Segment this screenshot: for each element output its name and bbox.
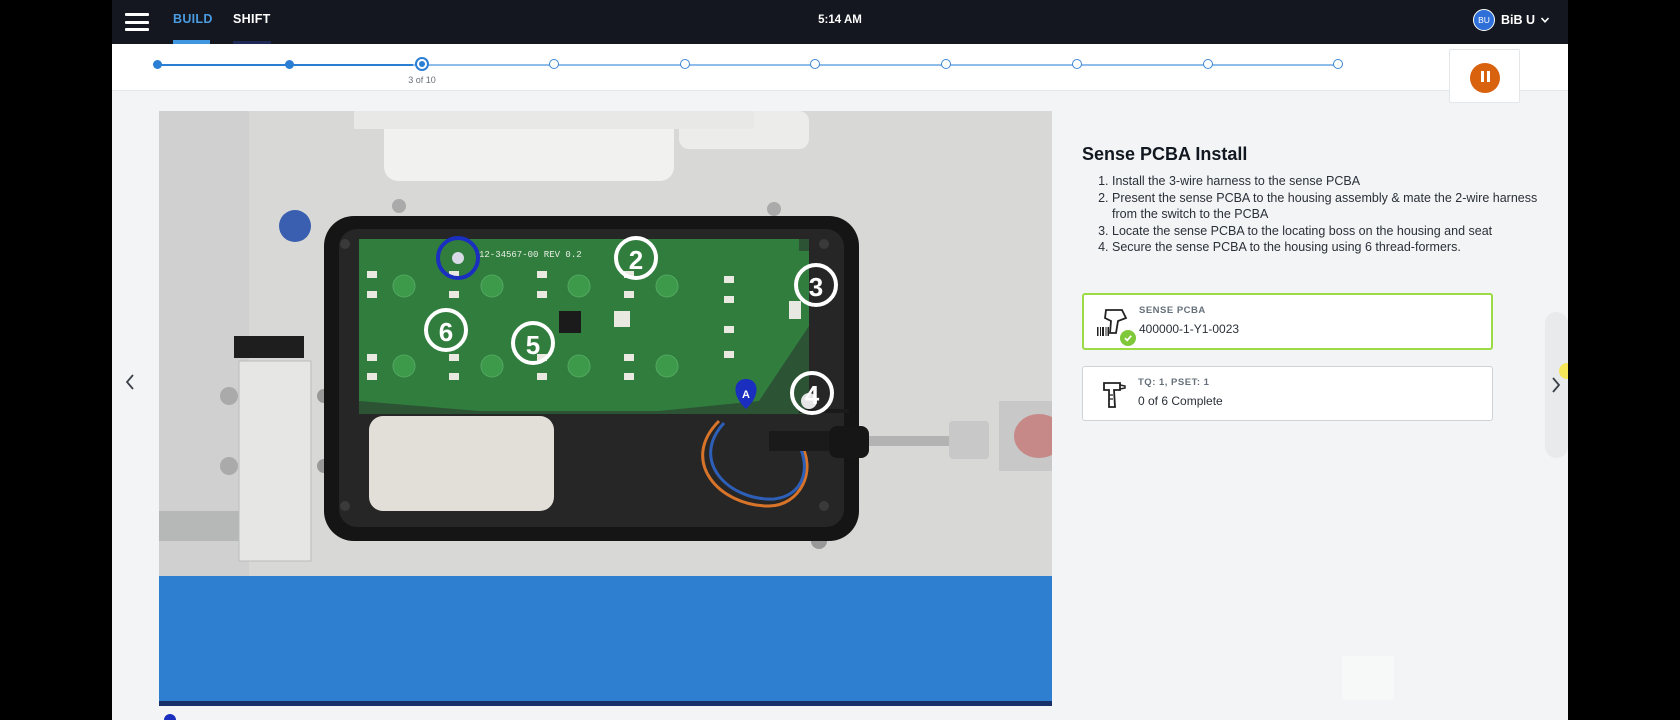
step-4[interactable] xyxy=(549,59,559,69)
step-8[interactable] xyxy=(1072,59,1082,69)
marker-4: 4 xyxy=(805,380,820,410)
step-title: Sense PCBA Install xyxy=(1082,144,1248,164)
overlay-widget xyxy=(1342,656,1394,700)
instruction-steps: Install the 3-wire harness to the sense … xyxy=(1082,173,1542,256)
step-count: 3 of 10 xyxy=(408,75,436,85)
step-9[interactable] xyxy=(1203,59,1213,69)
instruction-step: Install the 3-wire harness to the sense … xyxy=(1112,173,1542,190)
marker-5: 5 xyxy=(526,330,540,360)
scan-value: 400000-1-Y1-0023 xyxy=(1139,322,1240,336)
scan-card[interactable]: SENSE PCBA 400000-1-Y1-0023 xyxy=(1082,293,1493,350)
torque-card[interactable]: TQ: 1, PSET: 1 0 of 6 Complete xyxy=(1082,366,1493,421)
next-step-button[interactable] xyxy=(1537,312,1568,458)
board-label: 12-34567-00 REV 0.2 xyxy=(479,250,582,260)
chevron-down-icon xyxy=(1540,17,1550,23)
pause-panel xyxy=(1449,49,1520,103)
work-instruction-app: BUILD SHIFT 5:14 AM BU BiB U 3 of 10 12-… xyxy=(112,0,1568,720)
pause-button[interactable] xyxy=(1470,63,1500,93)
instruction-step: Locate the sense PCBA to the locating bo… xyxy=(1112,223,1542,240)
avatar: BU xyxy=(1472,9,1495,31)
anchor-label: A xyxy=(742,389,750,401)
pointer-highlight xyxy=(1559,363,1568,379)
marker-6: 6 xyxy=(439,317,453,347)
user-menu[interactable]: BU BiB U xyxy=(1472,9,1550,31)
assembly-photo: 12-34567-00 REV 0.2 2 3 4 5 6 A xyxy=(159,111,1052,706)
scan-label: SENSE PCBA xyxy=(1139,305,1206,316)
instruction-photo: 12-34567-00 REV 0.2 2 3 4 5 6 A xyxy=(159,111,1052,706)
check-icon xyxy=(1120,330,1136,346)
instruction-step: Present the sense PCBA to the housing as… xyxy=(1112,190,1542,223)
top-bar: BUILD SHIFT 5:14 AM BU BiB U xyxy=(112,0,1568,44)
instructions-panel: Sense PCBA Install Install the 3-wire ha… xyxy=(1082,144,1542,256)
marker-3: 3 xyxy=(809,272,823,302)
clock: 5:14 AM xyxy=(818,14,862,26)
instruction-step: Secure the sense PCBA to the housing usi… xyxy=(1112,239,1542,256)
step-7[interactable] xyxy=(941,59,951,69)
step-5[interactable] xyxy=(680,59,690,69)
previous-step-arrow-icon[interactable] xyxy=(122,370,140,394)
step-10[interactable] xyxy=(1333,59,1343,69)
chevron-right-icon xyxy=(1552,377,1561,393)
step-2[interactable] xyxy=(285,60,294,69)
torque-progress: 0 of 6 Complete xyxy=(1138,394,1223,408)
marker-2: 2 xyxy=(629,245,643,275)
user-name: BiB U xyxy=(1500,13,1535,27)
step-progress: 3 of 10 xyxy=(112,44,1568,103)
torque-driver-icon xyxy=(1103,382,1126,408)
step-1[interactable] xyxy=(153,60,162,69)
torque-label: TQ: 1, PSET: 1 xyxy=(1138,377,1210,388)
pause-icon xyxy=(1479,69,1491,87)
legend-marker xyxy=(164,714,176,720)
step-3-current[interactable] xyxy=(415,57,429,71)
step-6[interactable] xyxy=(810,59,820,69)
